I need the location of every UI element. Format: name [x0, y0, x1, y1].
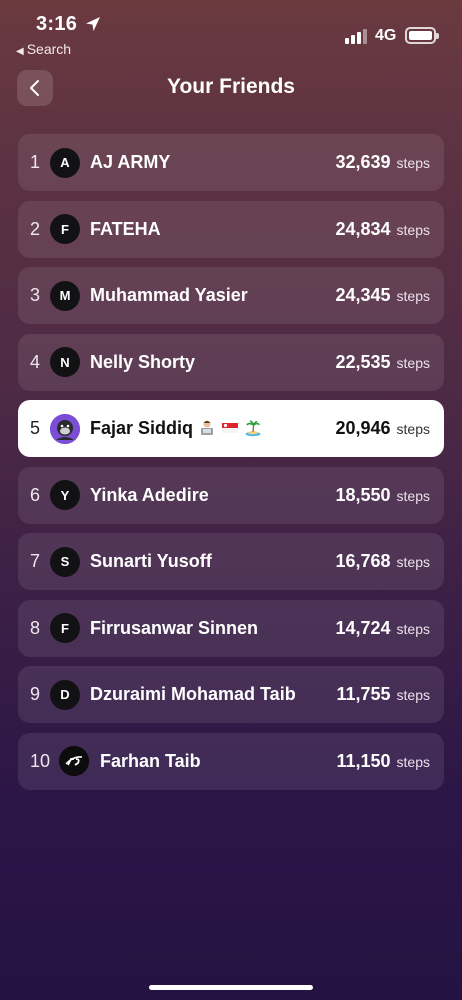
- avatar: F: [50, 613, 80, 643]
- desert-island-emoji-icon: [245, 420, 261, 437]
- page-title: Your Friends: [167, 75, 295, 98]
- rank-number: 7: [30, 551, 41, 571]
- leaderboard-row[interactable]: 9 D Dzuraimi Mohamad Taib 11,755 steps: [18, 666, 444, 723]
- steps-unit: steps: [396, 753, 430, 770]
- steps-unit: steps: [396, 687, 430, 703]
- steps-unit: steps: [396, 421, 430, 437]
- avatar-gorilla-icon: [50, 413, 80, 444]
- rank-number: 1: [30, 152, 41, 172]
- leaderboard-row[interactable]: 8 F Firrusanwar Sinnen 14,724 steps: [18, 599, 444, 657]
- status-time: 3:16: [36, 13, 78, 35]
- avatar-logo-icon: [59, 746, 89, 776]
- avatar: [59, 746, 89, 776]
- back-app-label: Search: [26, 41, 72, 57]
- rank-number: 6: [30, 484, 41, 505]
- friend-name: FATEHA: [90, 218, 161, 239]
- rank-number: 10: [30, 750, 51, 771]
- leaderboard-row-current-user[interactable]: 5 Fajar Siddiq 20,946 steps: [18, 400, 444, 457]
- nav-bar: Your Friends: [0, 70, 462, 110]
- network-type: 4G: [375, 27, 397, 44]
- home-indicator[interactable]: [149, 985, 313, 990]
- rank-number: 2: [30, 218, 41, 239]
- step-count: 24,834: [335, 218, 391, 239]
- steps-unit: steps: [396, 554, 430, 570]
- avatar: Y: [50, 480, 80, 510]
- step-count: 20,946: [335, 418, 391, 438]
- step-count: 11,755: [336, 684, 391, 704]
- leaderboard-row[interactable]: 1 A AJ ARMY 32,639 steps: [18, 134, 444, 191]
- battery-icon: [405, 27, 439, 44]
- step-count: 11,150: [336, 750, 391, 771]
- step-count: 16,768: [335, 551, 391, 571]
- friend-name: Firrusanwar Sinnen: [90, 617, 259, 638]
- step-count: 22,535: [335, 351, 391, 372]
- rank-number: 9: [30, 684, 41, 704]
- rank-number: 5: [30, 418, 41, 438]
- cellular-signal-icon: [345, 28, 369, 44]
- leaderboard-row[interactable]: 10 Farhan Taib 11,150 steps: [18, 732, 444, 790]
- steps-unit: steps: [396, 487, 430, 504]
- back-triangle-icon: ◀: [16, 46, 24, 57]
- avatar: [50, 413, 80, 444]
- step-count: 18,550: [335, 484, 391, 505]
- location-arrow-icon: [86, 17, 100, 31]
- leaderboard-row[interactable]: 7 S Sunarti Yusoff 16,768 steps: [18, 533, 444, 590]
- leaderboard-row[interactable]: 6 Y Yinka Adedire 18,550 steps: [18, 466, 444, 524]
- technologist-emoji-icon: [201, 420, 214, 435]
- step-count: 24,345: [335, 285, 391, 305]
- friend-name: Farhan Taib: [100, 750, 201, 771]
- steps-unit: steps: [396, 288, 430, 304]
- friend-name: Yinka Adedire: [90, 484, 209, 505]
- rank-number: 8: [30, 617, 41, 638]
- rank-number: 4: [30, 351, 41, 372]
- back-to-search-link[interactable]: ◀ Search: [16, 41, 71, 57]
- leaderboard-row[interactable]: 3 M Muhammad Yasier 24,345 steps: [18, 267, 444, 324]
- friend-name: Fajar Siddiq: [90, 418, 262, 439]
- friend-name: Dzuraimi Mohamad Taib: [90, 684, 296, 704]
- friend-name: AJ ARMY: [90, 152, 171, 172]
- avatar: M: [50, 280, 80, 311]
- steps-unit: steps: [396, 354, 430, 371]
- avatar: A: [50, 147, 80, 178]
- singapore-flag-emoji-icon: [222, 423, 239, 433]
- status-bar: 3:16 ◀ Search 4G: [0, 0, 462, 62]
- steps-unit: steps: [396, 155, 430, 171]
- avatar: S: [50, 546, 80, 577]
- avatar: F: [50, 214, 80, 244]
- step-count: 14,724: [335, 617, 391, 638]
- step-count: 32,639: [335, 152, 391, 172]
- steps-unit: steps: [396, 221, 430, 238]
- friend-name: Nelly Shorty: [90, 351, 196, 372]
- avatar: N: [50, 347, 80, 377]
- friend-name: Sunarti Yusoff: [90, 551, 212, 571]
- avatar: D: [50, 679, 80, 710]
- friends-leaderboard: 1 A AJ ARMY 32,639 steps 2 F FATEHA 24,83…: [18, 134, 444, 799]
- steps-unit: steps: [396, 620, 430, 637]
- leaderboard-row[interactable]: 2 F FATEHA 24,834 steps: [18, 200, 444, 258]
- leaderboard-row[interactable]: 4 N Nelly Shorty 22,535 steps: [18, 333, 444, 391]
- rank-number: 3: [30, 285, 41, 305]
- friend-name: Muhammad Yasier: [90, 285, 248, 305]
